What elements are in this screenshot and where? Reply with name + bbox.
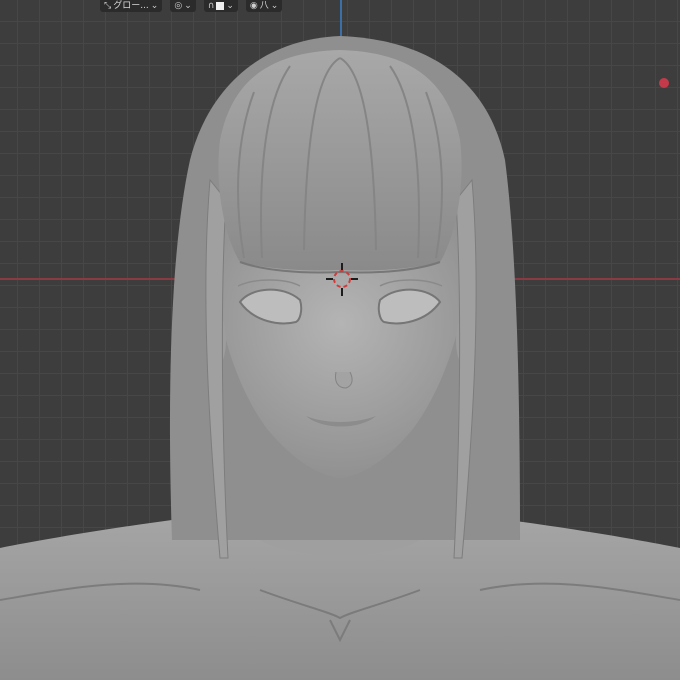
magnet-icon: ∩ [207,1,215,11]
snap-swatch [216,2,225,10]
orientation-icon: ⤡ [104,1,112,11]
light-object-marker[interactable] [659,78,669,88]
proportional-icon: ◉ [249,1,258,11]
pivot-point-dropdown[interactable]: ◎ ⌄ [170,0,196,12]
3d-viewport[interactable]: ⤡ グロー... ⌄ ◎ ⌄ ∩ ⌄ ◉ 八 ⌄ [0,0,680,680]
character-mesh[interactable] [0,0,680,680]
overlay-label: 八 [259,1,269,11]
chevron-down-icon: ⌄ [226,1,234,11]
chevron-down-icon: ⌄ [270,1,279,11]
viewport-header: ⤡ グロー... ⌄ ◎ ⌄ ∩ ⌄ ◉ 八 ⌄ [100,0,283,12]
proportional-editing-toggle[interactable]: ◉ 八 ⌄ [245,0,283,12]
chevron-down-icon: ⌄ [150,1,159,11]
orientation-label: グロー... [113,1,149,11]
chevron-down-icon: ⌄ [184,1,192,11]
bangs [218,50,462,271]
transform-orientation-dropdown[interactable]: ⤡ グロー... ⌄ [100,0,163,12]
snapping-toggle[interactable]: ∩ ⌄ [203,0,238,12]
pivot-icon: ◎ [174,1,183,11]
